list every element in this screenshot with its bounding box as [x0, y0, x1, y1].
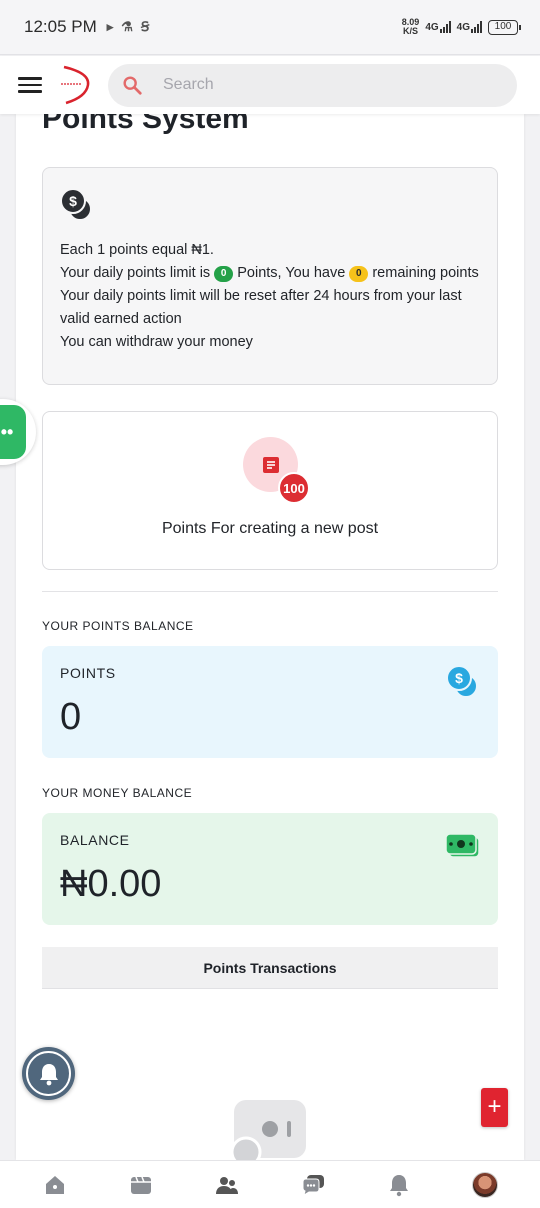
cash-icon — [446, 833, 480, 858]
points-transactions-button[interactable]: Points Transactions — [42, 947, 498, 989]
balance-value: ₦0.00 — [60, 863, 162, 905]
post-reward-card: 100 Points For creating a new post — [42, 411, 498, 570]
app-logo[interactable] — [58, 63, 94, 107]
points-balance-card: POINTS 0 $ — [42, 646, 498, 758]
status-notification-icons: ▸ ⚗ Ꞩ — [107, 19, 149, 35]
svg-text:$: $ — [69, 193, 77, 209]
status-time: 12:05 PM — [24, 17, 97, 36]
post-points-badge: 100 — [278, 472, 310, 504]
money-balance-card: BALANCE ₦0.00 — [42, 813, 498, 925]
info-line-rate: Each 1 points equal ₦1. — [60, 242, 214, 258]
chat-icon — [302, 1174, 324, 1196]
search-icon — [123, 76, 142, 95]
empty-state-illustration — [230, 1100, 306, 1160]
limit-badge: 0 — [214, 266, 234, 282]
points-info-text: Each 1 points equal ₦1. Your daily point… — [60, 239, 480, 354]
signal-icon: 4G — [425, 21, 451, 33]
bottom-navigation — [0, 1160, 540, 1208]
points-balance-heading: YOUR POINTS BALANCE — [42, 619, 194, 633]
points-value: 0 — [60, 696, 82, 738]
document-icon — [262, 456, 279, 473]
points-label: POINTS — [60, 665, 116, 681]
users-icon — [216, 1176, 238, 1194]
bell-icon — [39, 1063, 58, 1085]
video-icon — [131, 1176, 151, 1194]
page-title: Points System — [42, 114, 249, 135]
main-content: Points System $ Each 1 points equal ₦1. … — [16, 114, 524, 1160]
info-line-limit: Your daily points limit is 0 Points, You… — [60, 265, 479, 282]
add-fab-button[interactable]: + — [481, 1088, 508, 1127]
app-notification-icon: ▸ — [106, 19, 114, 34]
profile-avatar — [472, 1171, 498, 1198]
nav-home[interactable] — [35, 1165, 75, 1205]
chat-dots-icon: •• — [0, 405, 26, 459]
money-balance-heading: YOUR MONEY BALANCE — [42, 786, 193, 800]
balance-label: BALANCE — [60, 832, 130, 848]
nav-videos[interactable] — [121, 1165, 161, 1205]
nav-messages[interactable] — [293, 1165, 333, 1205]
status-bar: 12:05 PM ▸ ⚗ Ꞩ 8.09 K/S 4G 4G 100 — [0, 0, 540, 55]
divider — [42, 591, 498, 592]
info-line-withdraw: You can withdraw your money — [60, 334, 253, 350]
app-header — [0, 56, 540, 114]
battery-icon: 100 — [488, 19, 521, 35]
nav-notifications[interactable] — [379, 1165, 419, 1205]
network-speed: 8.09 K/S — [401, 17, 420, 36]
nav-profile[interactable] — [465, 1165, 505, 1205]
coins-icon: $ — [60, 188, 92, 221]
signal-icon: 4G — [457, 21, 482, 33]
flask-icon: ⚗ — [121, 19, 133, 34]
post-reward-label: Points For creating a new post — [161, 520, 379, 537]
remaining-badge: 0 — [349, 266, 369, 282]
search-input[interactable] — [163, 76, 463, 94]
info-line-reset: Your daily points limit will be reset af… — [60, 288, 462, 327]
app-notification-icon: Ꞩ — [140, 19, 150, 34]
svg-text:$: $ — [455, 670, 463, 686]
nav-people[interactable] — [207, 1165, 247, 1205]
points-info-box: $ Each 1 points equal ₦1. Your daily poi… — [42, 167, 498, 385]
menu-icon[interactable] — [18, 77, 42, 93]
search-bar[interactable] — [108, 63, 517, 107]
notifications-float-button[interactable] — [22, 1047, 75, 1100]
status-right: 8.09 K/S 4G 4G 100 — [401, 17, 521, 36]
home-icon — [46, 1175, 64, 1194]
bell-icon — [390, 1174, 408, 1196]
coins-icon: $ — [446, 665, 478, 698]
